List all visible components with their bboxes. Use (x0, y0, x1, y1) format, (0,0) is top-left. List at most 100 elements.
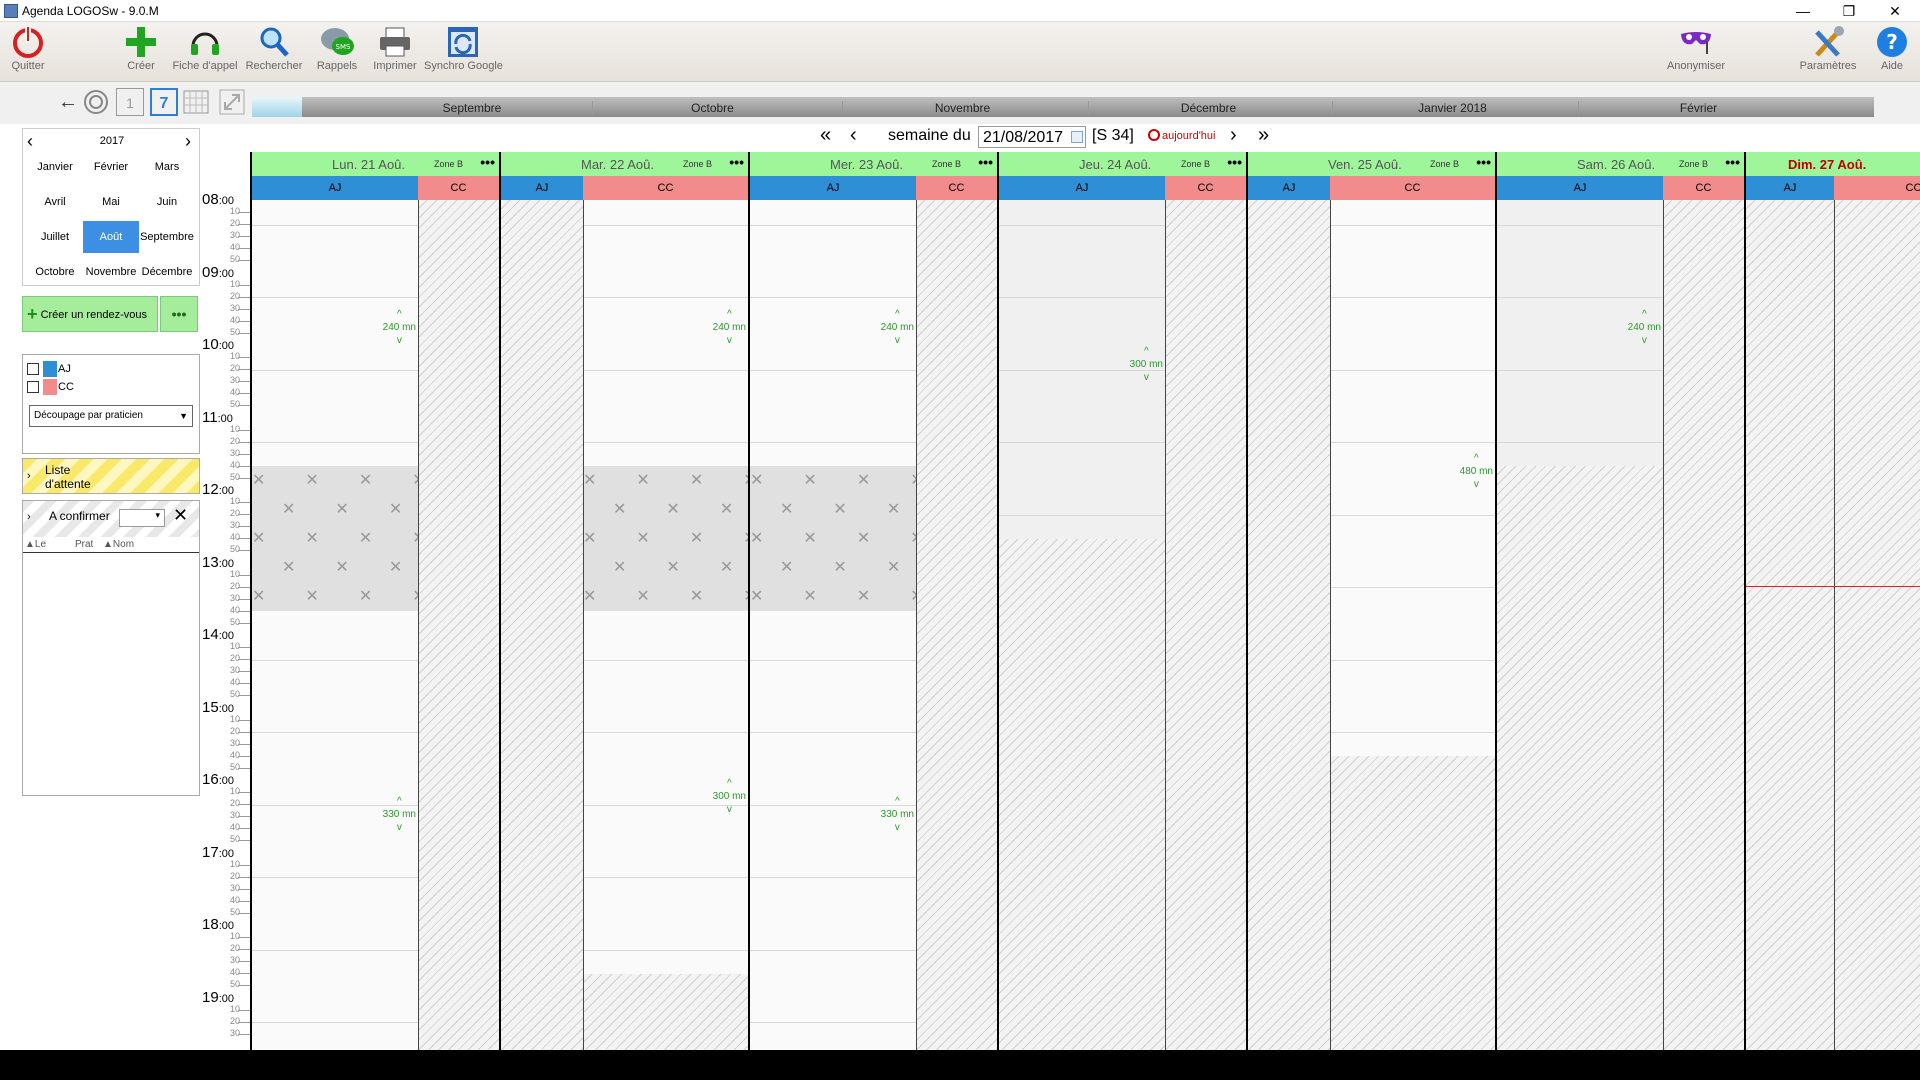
google-sync-button[interactable]: Synchro Google (424, 24, 503, 72)
closed-slot-area[interactable] (1834, 200, 1920, 1050)
month-3[interactable]: Avril (27, 186, 83, 218)
free-slot-duration[interactable]: ^ 300 mn v (713, 777, 746, 816)
day-options-button[interactable]: ••• (1476, 154, 1491, 170)
week-view-icon[interactable]: 7 (150, 88, 178, 116)
next-year-button[interactable]: › (185, 131, 191, 152)
split-mode-select[interactable]: Découpage par praticien ▼ (29, 405, 193, 427)
practitioner-row[interactable]: AJ (27, 361, 71, 377)
practitioner-column[interactable]: AJ (501, 176, 583, 1050)
chevron-right-icon[interactable]: › (27, 511, 31, 523)
practitioner-column[interactable]: CC (916, 176, 997, 1050)
month-4[interactable]: Mai (83, 186, 139, 218)
month-6[interactable]: Juillet (27, 221, 83, 253)
create-options-button[interactable]: ••• (160, 296, 198, 332)
day-header[interactable]: Mar. 22 Aoû. Zone B ••• (501, 152, 748, 176)
day-options-button[interactable]: ••• (1227, 154, 1242, 170)
reminders-button[interactable]: SMS Rappels (312, 24, 362, 72)
timeline-month[interactable]: Février (1578, 101, 1818, 115)
free-slot-duration[interactable]: ^ 240 mn v (383, 308, 416, 347)
day-header[interactable]: Lun. 21 Aoû. Zone B ••• (252, 152, 499, 176)
sort-by-date[interactable]: ▲ Le (25, 539, 46, 550)
timeline-month[interactable]: Novembre (842, 101, 1082, 115)
free-slot-duration[interactable]: ^ 240 mn v (881, 308, 914, 347)
day-options-button[interactable]: ••• (729, 154, 744, 170)
to-confirm-select[interactable]: ▾ (119, 509, 165, 527)
closed-slot-area[interactable] (1663, 200, 1744, 1050)
practitioner-checkbox[interactable] (27, 381, 39, 393)
day-options-button[interactable]: ••• (978, 154, 993, 170)
month-7[interactable]: Août (83, 221, 139, 253)
day-header[interactable]: Mer. 23 Aoû. Zone B ••• (750, 152, 997, 176)
practitioner-column[interactable]: CC (1663, 176, 1744, 1050)
month-9[interactable]: Octobre (27, 256, 83, 288)
day-header[interactable]: Dim. 27 Aoû.••• (1746, 152, 1920, 176)
today-button[interactable]: aujourd'hui (1148, 129, 1215, 142)
day-view-icon[interactable]: 1 (116, 88, 144, 116)
timeline-scroll-thumb[interactable] (252, 97, 302, 117)
month-5[interactable]: Juin (139, 186, 195, 218)
day-header[interactable]: Jeu. 24 Aoû. Zone B ••• (999, 152, 1246, 176)
day-options-button[interactable]: ••• (480, 154, 495, 170)
close-window-button[interactable]: ✕ (1872, 0, 1918, 22)
sort-by-practitioner[interactable]: Prat (75, 539, 93, 550)
minimize-button[interactable]: — (1780, 0, 1826, 22)
month-8[interactable]: Septembre (139, 221, 195, 253)
close-icon[interactable]: ✕ (173, 505, 188, 526)
create-button[interactable]: Créer (116, 24, 166, 72)
timeline-month[interactable]: Janvier 2018 (1332, 101, 1572, 115)
open-slot-area[interactable]: ✕✕✕✕✕✕✕✕✕✕✕✕✕✕✕✕✕✕✕✕ ^240 mnv ^300 mnv (583, 200, 748, 1050)
closed-slot-area[interactable] (418, 200, 499, 1050)
practitioner-column[interactable]: CC (1834, 176, 1920, 1050)
restore-button[interactable]: ❐ (1826, 0, 1872, 22)
practitioner-checkbox[interactable] (27, 363, 39, 375)
month-11[interactable]: Décembre (139, 256, 195, 288)
quit-button[interactable]: Quitter (4, 24, 52, 72)
practitioner-column[interactable]: AJ ✕✕✕✕✕✕✕✕✕✕✕✕✕✕✕✕✕✕✕✕ ^240 mnv ^330 mnv (252, 176, 418, 1050)
free-slot-duration[interactable]: ^ 480 mn v (1460, 452, 1493, 491)
call-sheet-button[interactable]: Fiche d'appel (172, 24, 238, 72)
back-arrow-icon[interactable]: ← (54, 88, 82, 116)
timeline-month[interactable]: Octobre (592, 101, 832, 115)
free-slot-duration[interactable]: ^ 240 mn v (1628, 308, 1661, 347)
closed-slot-area[interactable] (501, 200, 583, 1050)
month-timeline-strip[interactable]: Septembre Octobre Novembre Décembre Janv… (252, 97, 1874, 117)
practitioner-column[interactable]: AJ ✕✕✕✕✕✕✕✕✕✕✕✕✕✕✕✕✕✕✕✕ ^240 mnv ^330 mnv (750, 176, 916, 1050)
closed-slot-area[interactable] (1746, 200, 1834, 1050)
practitioner-column[interactable]: AJ (1248, 176, 1330, 1050)
target-view-icon[interactable] (82, 88, 110, 116)
practitioner-column[interactable]: CC ✕✕✕✕✕✕✕✕✕✕✕✕✕✕✕✕✕✕✕✕ ^240 mnv ^300 mnv (583, 176, 748, 1050)
month-grid-icon[interactable] (182, 88, 210, 116)
day-header[interactable]: Ven. 25 Aoû. Zone B ••• (1248, 152, 1495, 176)
search-button[interactable]: Rechercher (244, 24, 304, 72)
help-button[interactable]: ? Aide (1870, 24, 1914, 72)
open-slot-area[interactable]: ✕✕✕✕✕✕✕✕✕✕✕✕✕✕✕✕✕✕✕✕ ^240 mnv ^330 mnv (252, 200, 418, 1050)
practitioner-column[interactable]: AJ ^ 240 mn v (1497, 176, 1663, 1050)
prev-week-button[interactable]: ‹ (850, 124, 857, 147)
month-2[interactable]: Mars (139, 151, 195, 183)
free-slot-duration[interactable]: ^ 300 mn v (1130, 345, 1163, 384)
free-slot-duration[interactable]: ^ 330 mn v (881, 795, 914, 834)
open-slot-area[interactable]: ^ 240 mn v (1497, 200, 1663, 1050)
month-0[interactable]: Janvier (27, 151, 83, 183)
open-slot-area[interactable]: ^ 300 mn v (999, 200, 1165, 1050)
practitioner-column[interactable]: AJ (1746, 176, 1834, 1050)
closed-slot-area[interactable] (1248, 200, 1330, 1050)
expand-icon[interactable] (218, 88, 246, 116)
sort-by-name[interactable]: ▲ Nom (103, 539, 134, 550)
practitioner-column[interactable]: AJ ^ 300 mn v (999, 176, 1165, 1050)
open-slot-area[interactable]: ✕✕✕✕✕✕✕✕✕✕✕✕✕✕✕✕✕✕✕✕ ^240 mnv ^330 mnv (750, 200, 916, 1050)
print-button[interactable]: Imprimer (370, 24, 420, 72)
closed-slot-area[interactable] (916, 200, 997, 1050)
timeline-month[interactable]: Septembre (352, 101, 592, 115)
month-10[interactable]: Novembre (83, 256, 139, 288)
waiting-list-panel[interactable]: › Liste d'attente (22, 458, 200, 494)
practitioner-column[interactable]: CC ^ 480 mn v (1330, 176, 1495, 1050)
anonymize-button[interactable]: Anonymiser (1664, 24, 1728, 72)
settings-button[interactable]: Paramètres (1796, 24, 1860, 72)
week-date-input[interactable]: 21/08/2017 (978, 126, 1086, 148)
next-week-button[interactable]: › (1230, 124, 1237, 147)
next-fast-button[interactable]: » (1258, 124, 1269, 147)
prev-fast-button[interactable]: « (820, 124, 831, 147)
month-1[interactable]: Février (83, 151, 139, 183)
day-options-button[interactable]: ••• (1725, 154, 1740, 170)
